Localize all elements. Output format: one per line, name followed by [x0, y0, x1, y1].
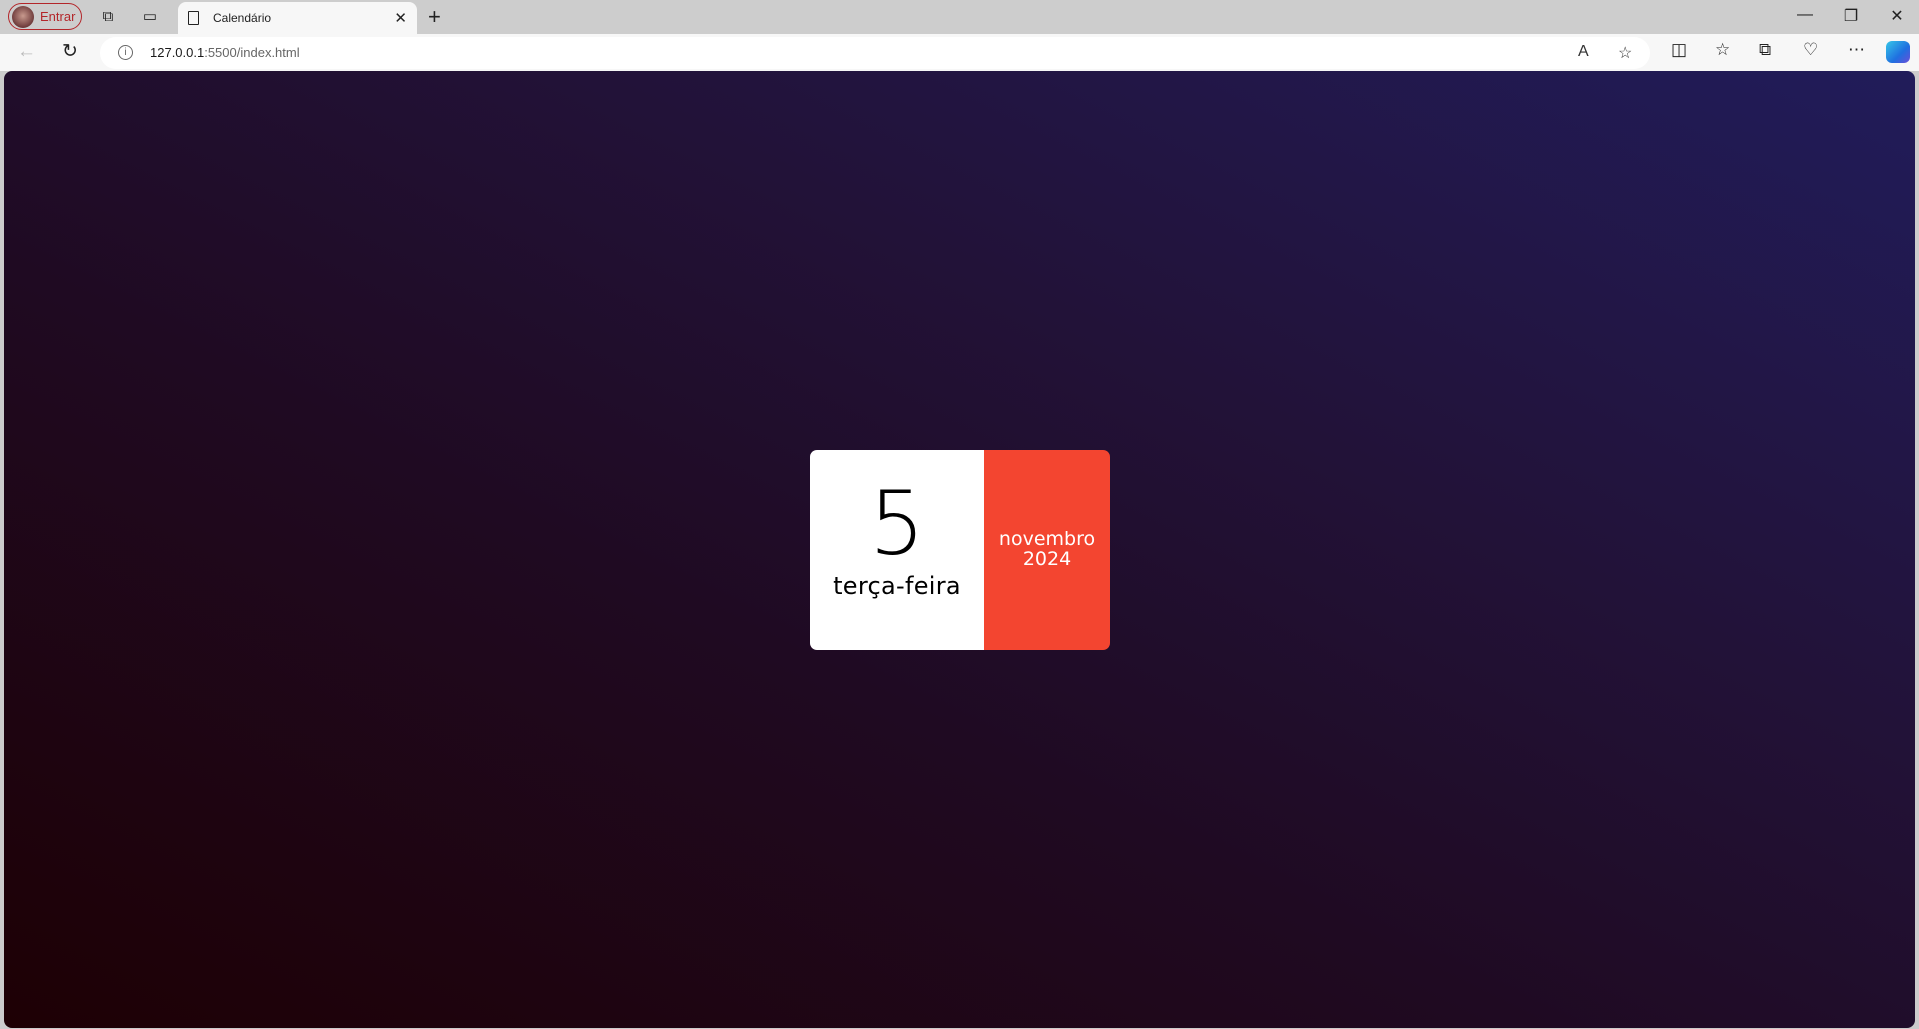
reload-icon[interactable]: ↻ [62, 40, 78, 63]
month-year-panel: novembro 2024 [984, 450, 1110, 650]
minimize-icon[interactable]: — [1793, 6, 1817, 24]
restore-icon[interactable]: ❐ [1839, 6, 1863, 26]
browser-essentials-icon[interactable]: ♡ [1803, 40, 1818, 60]
page-icon [188, 11, 199, 25]
favorite-star-icon[interactable]: ☆ [1618, 43, 1632, 63]
avatar [12, 5, 34, 28]
profile-label: Entrar [40, 9, 76, 24]
tab-bar: Entrar ⧉ ▭ Calendário ✕ + — ❐ ✕ [0, 0, 1919, 34]
read-aloud-icon[interactable]: A [1578, 43, 1589, 61]
collections-icon[interactable]: ⧉ [1759, 40, 1771, 60]
tab-calendario[interactable]: Calendário ✕ [178, 2, 417, 34]
close-window-icon[interactable]: ✕ [1885, 6, 1909, 26]
back-icon[interactable]: ← [17, 41, 36, 63]
url-path: :5500/index.html [204, 45, 300, 60]
new-tab-button[interactable]: + [428, 4, 441, 30]
workspaces-icon[interactable]: ⧉ [99, 8, 117, 26]
weekday: terça-feira [833, 572, 961, 600]
calendar-card: 5 terça-feira novembro 2024 [810, 450, 1110, 650]
address-bar[interactable]: i 127.0.0.1:5500/index.html A ☆ [100, 37, 1650, 69]
month: novembro [998, 528, 1096, 550]
url-text[interactable]: 127.0.0.1:5500/index.html [150, 45, 300, 60]
more-icon[interactable]: ⋯ [1848, 40, 1865, 60]
page-content: 5 terça-feira novembro 2024 [4, 71, 1915, 1028]
day-number: 5 [869, 472, 925, 575]
tab-actions-icon[interactable]: ▭ [141, 8, 159, 26]
profile-button[interactable]: Entrar [8, 3, 82, 30]
url-host: 127.0.0.1 [150, 45, 205, 60]
year: 2024 [1022, 548, 1072, 570]
tab-title: Calendário [213, 11, 272, 25]
split-screen-icon[interactable]: ◫ [1671, 40, 1687, 60]
favorites-icon[interactable]: ☆ [1715, 40, 1730, 60]
close-tab-icon[interactable]: ✕ [394, 9, 407, 27]
copilot-icon[interactable] [1886, 41, 1910, 63]
info-icon[interactable]: i [118, 45, 133, 60]
toolbar: ← ↻ i 127.0.0.1:5500/index.html A ☆ ◫ ☆ … [0, 34, 1919, 71]
date-panel: 5 terça-feira [810, 450, 984, 650]
